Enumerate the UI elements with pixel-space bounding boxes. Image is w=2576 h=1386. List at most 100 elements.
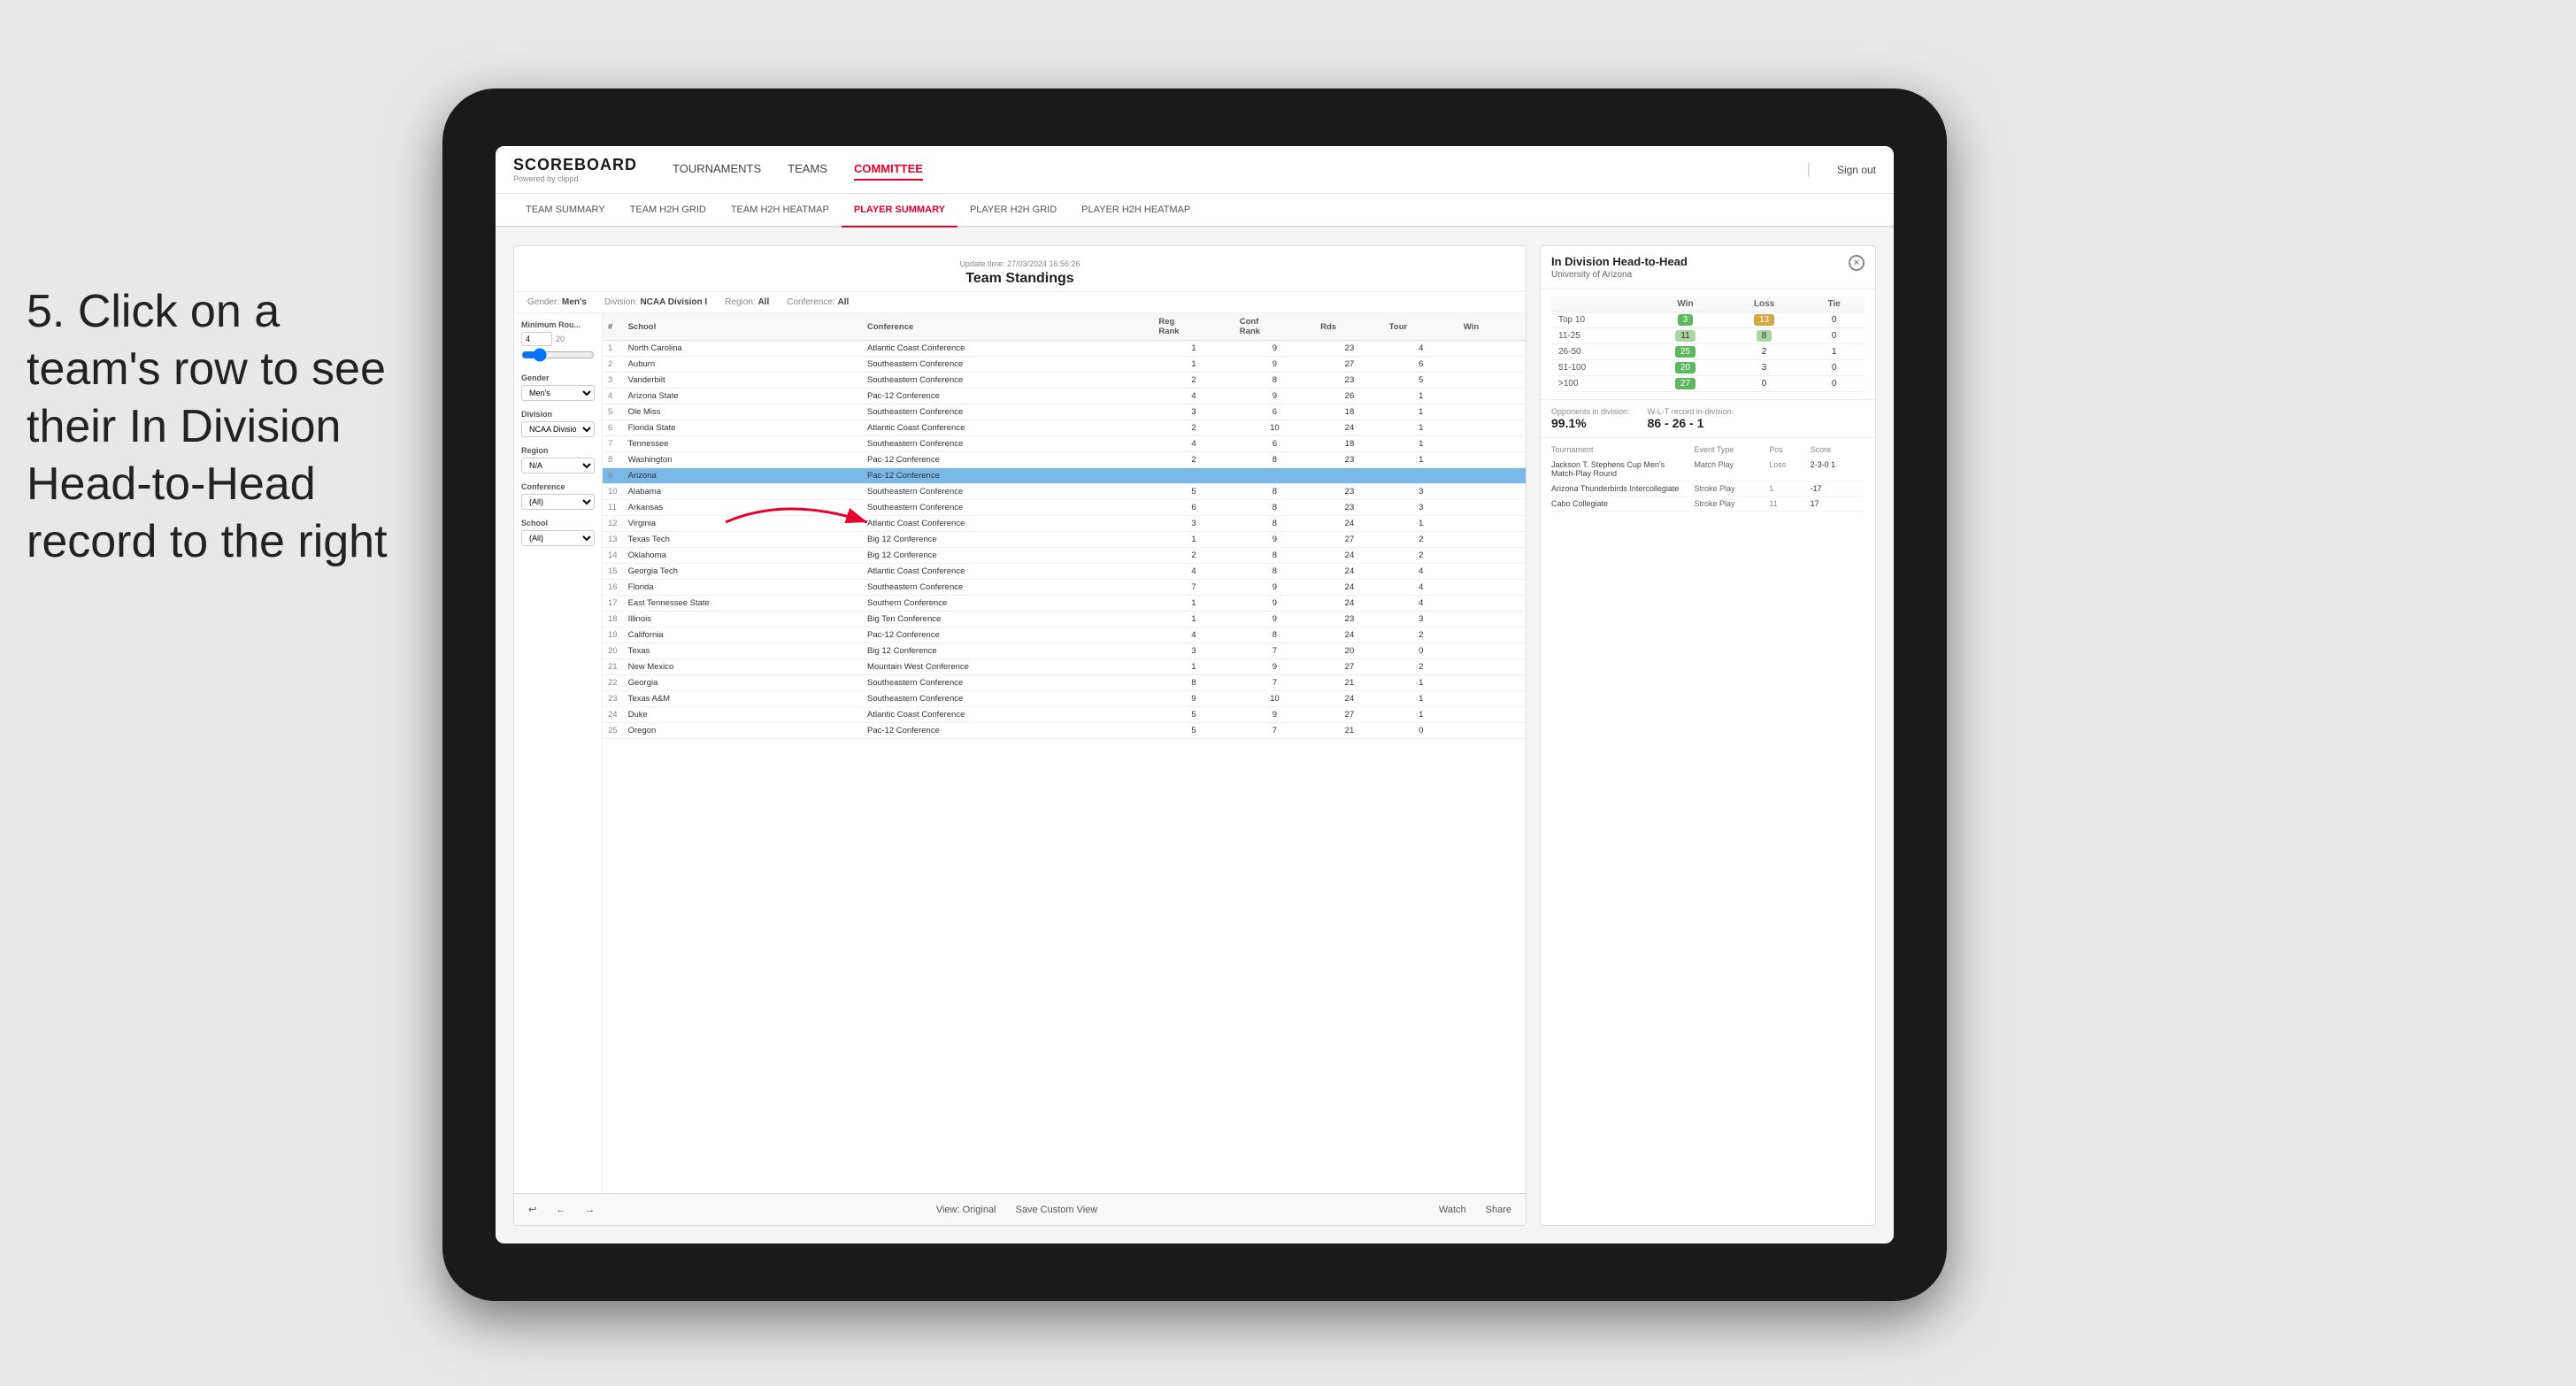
region-filter-label: Region: All [725,297,769,307]
table-row[interactable]: 6 Florida State Atlantic Coast Conferenc… [603,420,1526,436]
region-select[interactable]: N/A [521,458,595,474]
gender-select[interactable]: Men's [521,385,595,401]
col-tour: Tour [1384,313,1458,341]
min-rounds-slider[interactable] [521,348,595,362]
tab-team-h2h-grid[interactable]: TEAM H2H GRID [618,194,719,227]
tablet-screen: SCOREBOARD Powered by clippd TOURNAMENTS… [496,146,1894,1244]
table-row[interactable]: 7 Tennessee Southeastern Conference 4 6 … [603,436,1526,452]
h2h-col-label [1551,296,1646,312]
gender-filter-label: Gender: Men's [527,297,587,307]
nav-tournaments[interactable]: TOURNAMENTS [673,158,761,181]
logo-title: SCOREBOARD [513,156,637,174]
filters-row: Gender: Men's Division: NCAA Division I … [514,292,1526,313]
filter-sidebar: Minimum Rou... 20 Gender Men's [514,313,603,1193]
table-row[interactable]: 1 North Carolina Atlantic Coast Conferen… [603,341,1526,357]
region-filter-section: Region N/A [521,446,595,474]
h2h-table-area: Win Loss Tie Top 10 3 13 0 [1541,289,1875,399]
sign-out-button[interactable]: Sign out [1837,164,1876,176]
conference-filter-section: Conference (All) [521,482,595,510]
share-button[interactable]: Share [1480,1203,1517,1217]
col-conference: Conference [862,313,1153,341]
forward-button[interactable]: → [580,1203,600,1217]
gender-filter-section: Gender Men's [521,373,595,401]
school-filter-section: School (All) [521,519,595,546]
logo-area: SCOREBOARD Powered by clippd [513,156,637,183]
table-row[interactable]: 16 Florida Southeastern Conference 7 9 2… [603,580,1526,596]
top-nav: SCOREBOARD Powered by clippd TOURNAMENTS… [496,146,1894,194]
h2h-col-loss: Loss [1725,296,1803,312]
save-custom-view-button[interactable]: Save Custom View [1011,1203,1103,1217]
table-row[interactable]: 20 Texas Big 12 Conference 3 7 20 0 [603,643,1526,659]
school-select[interactable]: (All) [521,530,595,546]
tab-player-h2h-grid[interactable]: PLAYER H2H GRID [957,194,1069,227]
tournament-row-3[interactable]: Cabo Collegiate Stroke Play 11 17 [1551,497,1865,512]
table-row[interactable]: 19 California Pac-12 Conference 4 8 24 2 [603,628,1526,643]
nav-links: TOURNAMENTS TEAMS COMMITTEE [673,158,1780,181]
tablet-device: SCOREBOARD Powered by clippd TOURNAMENTS… [442,89,1947,1301]
conference-select[interactable]: (All) [521,494,595,510]
back-button[interactable]: ← [550,1203,571,1217]
division-filter-label: Division: NCAA Division I [604,297,707,307]
col-reg-rank: RegRank [1153,313,1234,341]
nav-committee[interactable]: COMMITTEE [854,158,923,181]
table-row[interactable]: 15 Georgia Tech Atlantic Coast Conferenc… [603,564,1526,580]
h2h-row-gt100[interactable]: >100 27 0 0 [1551,376,1865,392]
tab-player-h2h-heatmap[interactable]: PLAYER H2H HEATMAP [1069,194,1203,227]
table-row[interactable]: 18 Illinois Big Ten Conference 1 9 23 3 [603,612,1526,628]
tab-team-h2h-heatmap[interactable]: TEAM H2H HEATMAP [719,194,842,227]
table-row[interactable]: 2 Auburn Southeastern Conference 1 9 27 … [603,357,1526,373]
table-row[interactable]: 4 Arizona State Pac-12 Conference 4 9 26… [603,389,1526,404]
tab-player-summary[interactable]: PLAYER SUMMARY [842,194,957,227]
h2h-header: In Division Head-to-Head University of A… [1541,246,1875,289]
h2h-row-26-50[interactable]: 26-50 25 2 1 [1551,344,1865,360]
h2h-row-top10[interactable]: Top 10 3 13 0 [1551,312,1865,328]
table-row[interactable]: 3 Vanderbilt Southeastern Conference 2 8… [603,373,1526,389]
col-school: School [623,313,862,341]
table-row[interactable]: 23 Texas A&M Southeastern Conference 9 1… [603,691,1526,707]
table-row[interactable]: 11 Arkansas Southeastern Conference 6 8 … [603,500,1526,516]
tournament-row-2[interactable]: Arizona Thunderbirds Intercollegiate Str… [1551,481,1865,497]
division-filter-section: Division NCAA Division I [521,410,595,437]
division-select[interactable]: NCAA Division I [521,421,595,437]
watch-button[interactable]: Watch [1434,1203,1472,1217]
h2h-col-win: Win [1646,296,1725,312]
standings-table: # School Conference RegRank ConfRank Rds… [603,313,1526,739]
table-row[interactable]: 5 Ole Miss Southeastern Conference 3 6 1… [603,404,1526,420]
tournament-row-1[interactable]: Jackson T. Stephens Cup Men's Match-Play… [1551,458,1865,481]
min-rounds-input[interactable] [521,332,552,346]
table-row[interactable]: 25 Oregon Pac-12 Conference 5 7 21 0 [603,723,1526,739]
col-rank: # [603,313,623,341]
table-row[interactable]: 12 Virginia Atlantic Coast Conference 3 … [603,516,1526,532]
tab-team-summary[interactable]: TEAM SUMMARY [513,194,618,227]
h2h-stats: Opponents in division: 99.1% W-L-T recor… [1541,399,1875,437]
table-row[interactable]: 14 Oklahoma Big 12 Conference 2 8 24 2 [603,548,1526,564]
table-row[interactable]: 24 Duke Atlantic Coast Conference 5 9 27… [603,707,1526,723]
table-row[interactable]: 8 Washington Pac-12 Conference 2 8 23 1 [603,452,1526,468]
instruction-text: 5. Click on a team's row to see their In… [27,283,398,571]
undo-button[interactable]: ↩ [523,1202,542,1217]
table-row[interactable]: 22 Georgia Southeastern Conference 8 7 2… [603,675,1526,691]
main-content: Update time: 27/03/2024 16:56:26 Team St… [496,227,1894,1244]
h2h-col-tie: Tie [1803,296,1865,312]
h2h-tournaments: Tournament Event Type Pos Score Jackson … [1541,437,1875,1225]
h2h-row-11-25[interactable]: 11-25 11 8 0 [1551,328,1865,344]
standings-body: Minimum Rou... 20 Gender Men's [514,313,1526,1193]
standings-panel: Update time: 27/03/2024 16:56:26 Team St… [513,245,1526,1226]
bottom-toolbar: ↩ ← → View: Original Save Custom View Wa… [514,1193,1526,1225]
panel-header: Update time: 27/03/2024 16:56:26 Team St… [514,246,1526,292]
view-original-button[interactable]: View: Original [931,1203,1002,1217]
table-row[interactable]: 17 East Tennessee State Southern Confere… [603,596,1526,612]
col-conf-rank: ConfRank [1234,313,1315,341]
close-button[interactable]: × [1849,255,1865,271]
table-row[interactable]: 21 New Mexico Mountain West Conference 1… [603,659,1526,675]
h2h-row-51-100[interactable]: 51-100 20 3 0 [1551,360,1865,376]
nav-teams[interactable]: TEAMS [788,158,827,181]
table-row[interactable]: 13 Texas Tech Big 12 Conference 1 9 27 2 [603,532,1526,548]
conference-filter-label: Conference: All [787,297,849,307]
min-rounds-filter: Minimum Rou... 20 [521,320,595,365]
panel-title: Team Standings [527,271,1512,287]
table-row[interactable]: 10 Alabama Southeastern Conference 5 8 2… [603,484,1526,500]
col-win: Win [1458,313,1526,341]
table-row[interactable]: 9 Arizona Pac-12 Conference [603,468,1526,484]
table-area: # School Conference RegRank ConfRank Rds… [603,313,1526,1193]
